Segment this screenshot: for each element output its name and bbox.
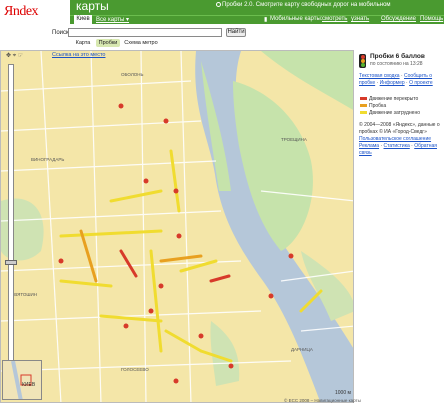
legend-item-closed: Движение перекрыто [360, 96, 418, 102]
city-tab[interactable]: Киев [74, 15, 92, 24]
scale-label: 1000 м [335, 390, 351, 396]
informer-link[interactable]: Информер [380, 80, 405, 86]
mobile-label: Мобильные карты: [270, 16, 323, 22]
tab-metro[interactable]: Схема метро [124, 39, 158, 47]
legend-item-slow: Движение затруднено [360, 110, 420, 116]
help-link[interactable]: Помощь [420, 16, 443, 22]
map-label: ТРОЕЩИНА [281, 137, 307, 142]
zoom-slider[interactable] [8, 64, 14, 382]
promo-link[interactable]: Пробки 2.0. Смотрите карту свободных дор… [222, 2, 391, 8]
map-label: ДАРНИЦА [291, 347, 313, 352]
all-maps-link[interactable]: Все карты ▾ [96, 16, 129, 23]
map-tools[interactable]: ✥ ⌖ ☞ [6, 52, 23, 60]
info-icon [216, 2, 221, 7]
stats-link[interactable]: Статистика [384, 143, 410, 149]
map-copyright: © ЕСС 2008 – Навигационные карты [284, 398, 361, 403]
zoom-handle[interactable] [5, 260, 17, 265]
traffic-score-title: Пробки 6 баллов [370, 53, 425, 60]
map-permalink[interactable]: Ссылка на это место [52, 52, 105, 58]
traffic-light-icon [359, 54, 366, 68]
agreement-link[interactable]: Пользовательское соглашение [359, 136, 431, 143]
find-button[interactable]: Найти [226, 28, 246, 37]
search-input[interactable] [68, 28, 222, 37]
tab-traffic[interactable]: Пробки [96, 39, 120, 47]
ads-link[interactable]: Реклама [359, 143, 379, 149]
minimap[interactable] [2, 360, 42, 400]
side-copyright: © 2004—2008 «Яндекс», данные о пробках ©… [359, 122, 440, 135]
map-label: СВЯТОШИН [11, 292, 37, 297]
legend-item-jam: Пробка [360, 103, 386, 109]
feedback-link[interactable]: Обсуждение [381, 16, 416, 22]
about-link[interactable]: О проекте [409, 80, 433, 86]
mobile-icon: ▮ [264, 17, 268, 23]
traffic-time: по состоянию на 13:28 [370, 61, 423, 67]
minimap-label: КИЕВ [22, 382, 36, 388]
text-summary-link[interactable]: Текстовая сводка [359, 73, 400, 79]
map-canvas[interactable]: ОБОЛОНЬ ВИНОГРАДАРЬ ТРОЕЩИНА СВЯТОШИН ДА… [0, 50, 354, 403]
mobile-view-link[interactable]: смотреть [322, 16, 347, 22]
map-label: ГОЛОСЕЕВО [121, 367, 149, 372]
map-label: ВИНОГРАДАРЬ [31, 157, 64, 162]
mobile-install-link[interactable]: узнать [351, 16, 369, 22]
service-title: карты [76, 0, 109, 13]
tab-map[interactable]: Карта [74, 39, 92, 47]
map-label: ОБОЛОНЬ [121, 72, 144, 77]
yandex-logo[interactable]: Яndex [4, 4, 48, 24]
